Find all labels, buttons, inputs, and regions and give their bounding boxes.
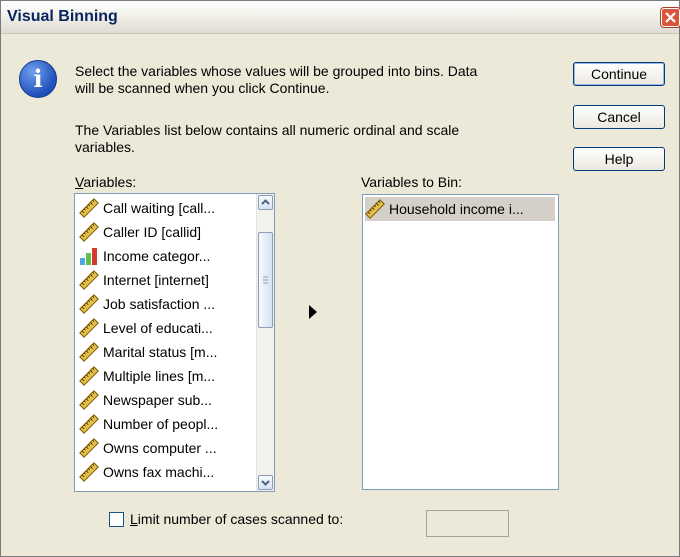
variable-item-label: Newspaper sub... [103, 392, 212, 408]
limit-cases-checkbox[interactable] [109, 512, 124, 527]
instruction-line-3: The Variables list below contains all nu… [75, 122, 460, 138]
instruction-line-2: will be scanned when you click Continue. [75, 80, 330, 96]
chevron-up-icon [261, 199, 270, 205]
variable-item[interactable]: Caller ID [callid] [79, 220, 218, 244]
close-icon[interactable] [661, 8, 680, 27]
variable-item-label: Internet [internet] [103, 272, 209, 288]
variable-item[interactable]: Job satisfaction ... [79, 292, 218, 316]
bin-variable-item[interactable]: Household income i... [365, 197, 555, 221]
ruler-icon [79, 438, 103, 458]
ordinal-bar-icon [79, 246, 103, 266]
variable-item-label: Call waiting [call... [103, 200, 216, 216]
cancel-button[interactable]: Cancel [573, 105, 665, 129]
ruler-icon [79, 198, 103, 218]
limit-cases-input[interactable] [426, 510, 509, 537]
ruler-icon [79, 366, 103, 386]
instruction-line-4: variables. [75, 139, 135, 155]
variable-item[interactable]: Call waiting [call... [79, 196, 218, 220]
variable-item[interactable]: Level of educati... [79, 316, 218, 340]
variable-item[interactable]: Internet [internet] [79, 268, 218, 292]
variable-item[interactable]: Owns fax machi... [79, 460, 218, 484]
limit-cases-label: Limit number of cases scanned to: [130, 511, 344, 527]
variables-listbox[interactable]: Call waiting [call... Caller ID [callid] I… [74, 193, 275, 492]
window-title: Visual Binning [7, 8, 118, 25]
continue-button[interactable]: Continue [573, 62, 665, 86]
variable-item-label: Income categor... [103, 248, 211, 264]
variable-item-label: Multiple lines [m... [103, 368, 216, 384]
variables-scrollbar[interactable] [256, 194, 274, 491]
variable-item[interactable]: Owns computer ... [79, 436, 218, 460]
scroll-down-button[interactable] [258, 475, 273, 490]
variable-item-label: Number of peopl... [103, 416, 219, 432]
ruler-icon [79, 318, 103, 338]
info-icon: i [19, 60, 57, 98]
variable-item-label: Caller ID [callid] [103, 224, 202, 240]
chevron-down-icon [261, 480, 270, 486]
variables-to-bin-listbox[interactable]: Household income i... [362, 194, 559, 490]
ruler-icon [79, 390, 103, 410]
ruler-icon [79, 270, 103, 290]
ruler-icon [365, 199, 389, 219]
title-bar[interactable]: Visual Binning [1, 1, 680, 34]
variable-item-label: Owns fax machi... [103, 464, 215, 480]
scroll-up-button[interactable] [258, 195, 273, 210]
variable-item[interactable]: Number of peopl... [79, 412, 218, 436]
variable-item-label: Job satisfaction ... [103, 296, 216, 312]
variable-item[interactable]: Multiple lines [m... [79, 364, 218, 388]
ruler-icon [79, 462, 103, 482]
variable-item[interactable]: Newspaper sub... [79, 388, 218, 412]
variable-item[interactable]: Marital status [m... [79, 340, 218, 364]
ruler-icon [79, 222, 103, 242]
visual-binning-dialog: Visual Binning i Select the variables wh… [0, 0, 680, 557]
bin-variable-item-label: Household income i... [389, 201, 524, 217]
ruler-icon [79, 342, 103, 362]
variables-to-bin-label: Variables to Bin: [361, 174, 462, 190]
scroll-thumb[interactable] [258, 232, 273, 328]
ruler-icon [79, 414, 103, 434]
variable-item-label: Level of educati... [103, 320, 213, 336]
variables-label: Variables: [75, 174, 137, 190]
instruction-line-1: Select the variables whose values will b… [75, 63, 478, 79]
move-right-arrow-icon[interactable] [309, 305, 317, 319]
variable-item-label: Owns computer ... [103, 440, 217, 456]
variable-item[interactable]: Income categor... [79, 244, 218, 268]
help-button[interactable]: Help [573, 147, 665, 171]
ruler-icon [79, 294, 103, 314]
variable-item-label: Marital status [m... [103, 344, 218, 360]
